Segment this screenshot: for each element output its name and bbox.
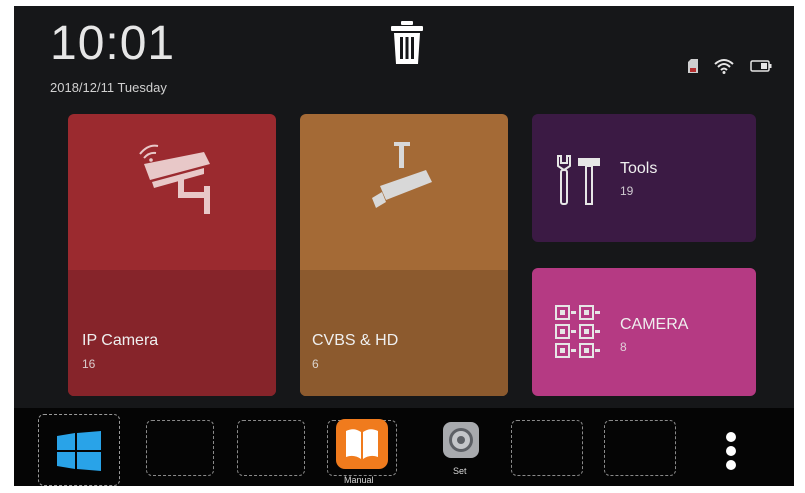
sd-card-icon	[688, 59, 698, 73]
tile-label: Tools	[620, 160, 658, 177]
dock-empty-slot[interactable]	[511, 420, 583, 476]
cvbs-hd-tile[interactable]: CVBS & HD 6	[300, 114, 508, 396]
grid-icon	[555, 305, 600, 358]
battery-icon	[750, 60, 772, 72]
tile-label: IP Camera	[82, 332, 159, 349]
ip-camera-tile[interactable]: IP Camera 16	[68, 114, 276, 396]
more-vertical-icon[interactable]	[724, 430, 738, 472]
tools-tile[interactable]: Tools 19	[532, 114, 756, 242]
windows-icon	[57, 431, 101, 471]
wifi-icon	[714, 59, 734, 74]
tile-count: 19	[620, 184, 634, 198]
clock-time: 10:01	[50, 17, 176, 70]
settings-label: Set	[453, 466, 467, 476]
camera-tile[interactable]: CAMERA 8	[532, 268, 756, 396]
tile-count: 16	[82, 357, 96, 371]
tile-label: CVBS & HD	[312, 332, 399, 349]
cctv-camera-icon	[372, 142, 432, 208]
dock-empty-slot[interactable]	[237, 420, 305, 476]
book-icon	[336, 419, 388, 469]
windows-slot[interactable]	[38, 414, 120, 486]
tile-count: 6	[312, 357, 319, 371]
tile-label: CAMERA	[620, 316, 689, 333]
trash-icon[interactable]	[389, 20, 425, 66]
settings-icon	[443, 422, 479, 458]
dock-empty-slot[interactable]	[146, 420, 214, 476]
device-screen: 10:01 2018/12/11 Tuesday IP Camera 16 CV…	[14, 6, 794, 486]
ip-camera-icon	[139, 144, 210, 214]
dock-bar: Manual Set	[14, 408, 794, 486]
manual-label: Manual	[344, 475, 374, 485]
tile-count: 8	[620, 340, 627, 354]
status-bar-icons	[688, 56, 772, 76]
manual-slot[interactable]: Manual	[327, 419, 397, 485]
dock-empty-slot[interactable]	[604, 420, 676, 476]
date-text: 2018/12/11 Tuesday	[50, 80, 167, 95]
tools-icon	[557, 155, 600, 205]
settings-button[interactable]: Set	[441, 422, 481, 482]
